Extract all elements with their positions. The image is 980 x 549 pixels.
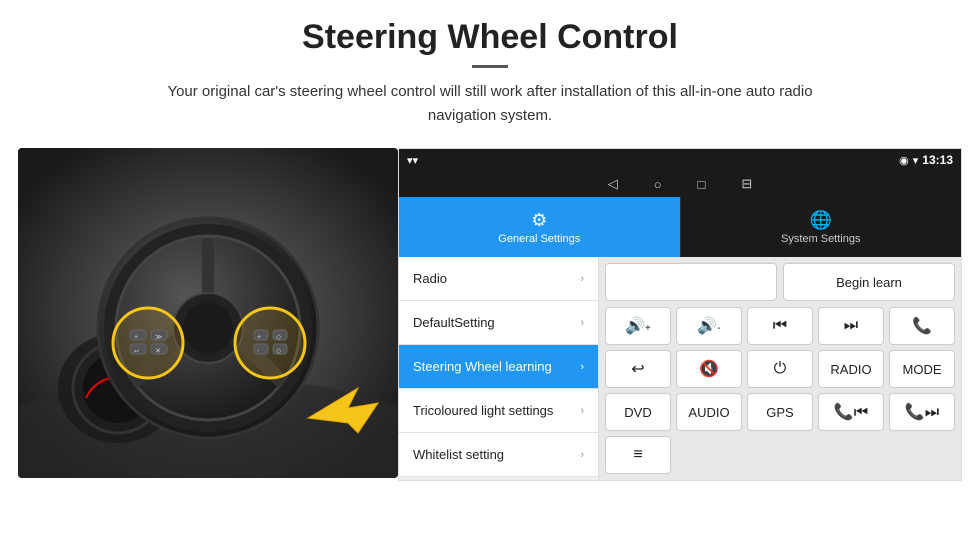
cast-nav-icon[interactable]: ⊟: [741, 176, 752, 192]
power-button[interactable]: ⏻: [747, 350, 813, 388]
page-title: Steering Wheel Control: [60, 18, 920, 57]
left-menu: Radio › DefaultSetting › Steering Wheel …: [399, 257, 599, 480]
audio-label: AUDIO: [688, 405, 729, 420]
menu-whitelist-label: Whitelist setting: [413, 447, 580, 462]
svg-text:◇: ◇: [276, 334, 282, 341]
menu-item-steering[interactable]: Steering Wheel learning ›: [399, 345, 598, 389]
tab-bar: ⚙ General Settings 🌐 System Settings: [399, 197, 961, 257]
steering-wheel-svg: + ↩ ≫ ✕ + - ◇ ◇: [18, 148, 398, 478]
mode-label: MODE: [903, 362, 942, 377]
back-nav-icon[interactable]: ◁: [608, 176, 618, 192]
mode-button[interactable]: MODE: [889, 350, 955, 388]
menu-radio-label: Radio: [413, 271, 580, 286]
nav-bar: ◁ ○ □ ⊟: [399, 171, 961, 197]
car-image: + ↩ ≫ ✕ + - ◇ ◇: [18, 148, 398, 478]
menu-steering-label: Steering Wheel learning: [413, 359, 580, 374]
vol-up-icon: 🔊+: [625, 316, 651, 336]
empty-input-box: [605, 263, 777, 301]
tab-system-label: System Settings: [781, 233, 860, 245]
menu-default-label: DefaultSetting: [413, 315, 580, 330]
header-section: Steering Wheel Control Your original car…: [0, 0, 980, 138]
mute-icon: 🔇: [699, 359, 719, 379]
controls-row1: 🔊+ 🔊- ⏮ ⏭ 📞: [605, 307, 955, 345]
radio-label: RADIO: [830, 362, 871, 377]
gps-label: GPS: [766, 405, 793, 420]
tab-general-label: General Settings: [498, 233, 580, 245]
svg-text:↩: ↩: [134, 349, 139, 355]
menu-item-whitelist[interactable]: Whitelist setting ›: [399, 433, 598, 477]
begin-learn-button[interactable]: Begin learn: [783, 263, 955, 301]
begin-learn-label: Begin learn: [836, 275, 902, 290]
vol-down-icon: 🔊-: [697, 316, 720, 336]
top-row: Begin learn: [605, 263, 955, 301]
menu-item-default[interactable]: DefaultSetting ›: [399, 301, 598, 345]
mute-button[interactable]: 🔇: [676, 350, 742, 388]
prev-icon: ⏮: [773, 317, 787, 335]
wifi-signal-icon: ▾▾: [407, 154, 418, 167]
radio-button[interactable]: RADIO: [818, 350, 884, 388]
android-panel: ▾▾ ◉ ▾ 13:13 ◁ ○ □ ⊟ ⚙ General Settings …: [398, 148, 962, 481]
next-icon: ⏭: [844, 317, 858, 335]
dvd-label: DVD: [624, 405, 651, 420]
chevron-default-icon: ›: [580, 317, 584, 329]
panel-content: Radio › DefaultSetting › Steering Wheel …: [399, 257, 961, 480]
call-next-button[interactable]: 📞⏭: [889, 393, 955, 431]
back-button[interactable]: ↩: [605, 350, 671, 388]
title-divider: [472, 65, 508, 68]
chevron-whitelist-icon: ›: [580, 449, 584, 461]
status-right-icons: ◉ ▾ 13:13: [899, 153, 953, 167]
chevron-radio-icon: ›: [580, 273, 584, 285]
svg-text:≫: ≫: [155, 334, 162, 341]
svg-text:✕: ✕: [155, 348, 161, 355]
menu-tricolour-label: Tricoloured light settings: [413, 403, 580, 418]
svg-text:◇: ◇: [276, 348, 282, 355]
power-icon: ⏻: [774, 360, 787, 378]
menu-item-radio[interactable]: Radio ›: [399, 257, 598, 301]
tab-general-settings[interactable]: ⚙ General Settings: [399, 197, 680, 257]
prev-button[interactable]: ⏮: [747, 307, 813, 345]
svg-text:+: +: [257, 334, 261, 341]
audio-button[interactable]: AUDIO: [676, 393, 742, 431]
chevron-tricolour-icon: ›: [580, 405, 584, 417]
menu-icon: ≡: [633, 446, 642, 464]
controls-row4: ≡: [605, 436, 955, 474]
call-next-icon: 📞⏭: [905, 402, 939, 422]
next-button[interactable]: ⏭: [818, 307, 884, 345]
controls-row2: ↩ 🔇 ⏻ RADIO MODE: [605, 350, 955, 388]
menu-icon-button[interactable]: ≡: [605, 436, 671, 474]
call-icon: 📞: [912, 316, 932, 336]
home-nav-icon[interactable]: ○: [654, 177, 662, 192]
svg-text:+: +: [134, 334, 138, 341]
right-controls: Begin learn 🔊+ 🔊- ⏮ ⏭: [599, 257, 961, 480]
globe-icon: 🌐: [810, 210, 832, 231]
status-bar: ▾▾ ◉ ▾ 13:13: [399, 149, 961, 171]
content-area: + ↩ ≫ ✕ + - ◇ ◇ ▾▾: [0, 138, 980, 491]
dvd-button[interactable]: DVD: [605, 393, 671, 431]
controls-row3: DVD AUDIO GPS 📞⏮ 📞⏭: [605, 393, 955, 431]
gps-button[interactable]: GPS: [747, 393, 813, 431]
clock: 13:13: [922, 153, 953, 167]
chevron-steering-icon: ›: [580, 361, 584, 373]
back-icon: ↩: [631, 359, 644, 379]
signal-icon: ▾: [913, 154, 919, 167]
call-prev-button[interactable]: 📞⏮: [818, 393, 884, 431]
tab-system-settings[interactable]: 🌐 System Settings: [680, 197, 962, 257]
call-prev-icon: 📞⏮: [834, 402, 868, 422]
call-button[interactable]: 📞: [889, 307, 955, 345]
vol-up-button[interactable]: 🔊+: [605, 307, 671, 345]
location-icon: ◉: [899, 154, 909, 167]
status-bar-icons: ▾▾: [407, 154, 418, 167]
vol-down-button[interactable]: 🔊-: [676, 307, 742, 345]
recent-nav-icon[interactable]: □: [698, 177, 706, 192]
subtitle: Your original car's steering wheel contr…: [150, 80, 830, 128]
gear-icon: ⚙: [531, 210, 547, 231]
menu-item-tricolour[interactable]: Tricoloured light settings ›: [399, 389, 598, 433]
